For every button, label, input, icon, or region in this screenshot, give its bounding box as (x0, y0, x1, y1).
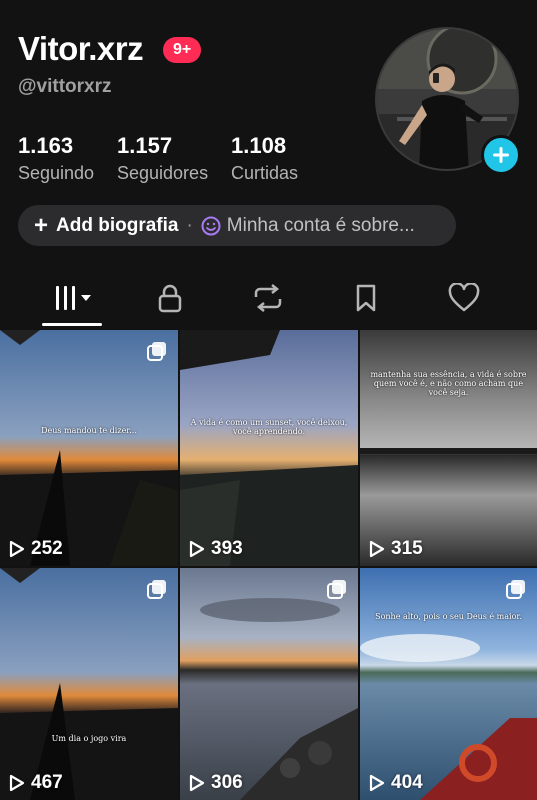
add-story-button[interactable] (481, 135, 521, 175)
username-handle: @vittorxrz (18, 76, 112, 97)
plus-icon (493, 147, 509, 163)
view-count: 404 (369, 772, 423, 794)
tab-liked[interactable] (424, 272, 504, 324)
video-tile[interactable]: mantenha sua essência, a vida é sobre qu… (360, 330, 537, 566)
view-count: 315 (369, 538, 423, 560)
followers-count: 1.157 (117, 133, 173, 158)
smiley-icon (201, 216, 221, 235)
tab-private[interactable] (130, 272, 210, 324)
followers-label: Seguidores (117, 163, 209, 183)
bookmark-icon (356, 284, 376, 312)
play-icon (189, 774, 205, 792)
add-bio-label: Add biografia (56, 214, 179, 236)
play-icon (369, 774, 385, 792)
tab-videos[interactable] (32, 272, 112, 324)
profile-tabs (0, 272, 537, 328)
play-icon (9, 774, 25, 792)
notification-badge[interactable]: 9+ (163, 37, 202, 63)
following-count: 1.163 (18, 133, 74, 158)
play-icon (369, 540, 385, 558)
video-grid: Deus mandou te dizer... 252 A vida é com… (0, 330, 537, 800)
bio-separator: · (186, 214, 193, 236)
view-count-value: 393 (211, 538, 243, 559)
view-count: 252 (9, 538, 63, 560)
video-caption: mantenha sua essência, a vida é sobre qu… (370, 370, 527, 397)
view-count-value: 315 (391, 538, 423, 559)
add-bio-button[interactable]: + Add biografia · Minha conta é sobre... (18, 205, 456, 246)
view-count-value: 252 (31, 538, 63, 559)
video-caption: Sonhe alto, pois o seu Deus é maior. (375, 612, 522, 621)
heart-icon (448, 283, 480, 312)
video-tile[interactable]: Sonhe alto, pois o seu Deus é maior. 404 (360, 568, 537, 800)
view-count-value: 404 (391, 772, 423, 793)
active-tab-indicator (42, 323, 102, 326)
video-tile[interactable]: Deus mandou te dizer... 252 (0, 330, 178, 566)
multi-photo-icon (147, 580, 166, 599)
view-count-value: 306 (211, 772, 243, 793)
tab-favorites[interactable] (326, 272, 406, 324)
plus-icon: + (34, 211, 49, 239)
multi-photo-icon (506, 580, 525, 599)
repost-icon (254, 284, 282, 312)
stat-followers[interactable]: 1.157 Seguidores (117, 133, 208, 184)
lock-icon (158, 284, 182, 313)
likes-count: 1.108 (231, 133, 287, 158)
video-tile[interactable]: 306 (180, 568, 358, 800)
multi-photo-icon (147, 342, 166, 361)
stat-following[interactable]: 1.163 Seguindo (18, 133, 94, 184)
display-name: Vitor.xrz (18, 30, 144, 67)
profile-header: Vitor.xrz 9+ @vittorxrz 1.163 Seguindo 1… (0, 0, 537, 330)
view-count-value: 467 (31, 772, 63, 793)
view-count: 393 (189, 538, 243, 560)
tab-reposts[interactable] (228, 272, 308, 324)
play-icon (189, 540, 205, 558)
bio-prompt: Minha conta é sobre... (226, 214, 415, 236)
view-count: 467 (9, 772, 63, 794)
video-tile[interactable]: A vida é como um sunset, você deixou, vo… (180, 330, 358, 566)
video-caption: Deus mandou te dizer... (41, 426, 137, 435)
view-count: 306 (189, 772, 243, 794)
video-tile[interactable]: Um dia o jogo vira 467 (0, 568, 178, 800)
likes-label: Curtidas (231, 163, 299, 183)
following-label: Seguindo (18, 163, 95, 183)
stat-likes[interactable]: 1.108 Curtidas (231, 133, 298, 184)
grid-icon (56, 286, 91, 310)
play-icon (9, 540, 25, 558)
multi-photo-icon (327, 580, 346, 599)
video-caption: Um dia o jogo vira (51, 734, 127, 743)
video-caption: A vida é como um sunset, você deixou, vo… (190, 418, 348, 436)
